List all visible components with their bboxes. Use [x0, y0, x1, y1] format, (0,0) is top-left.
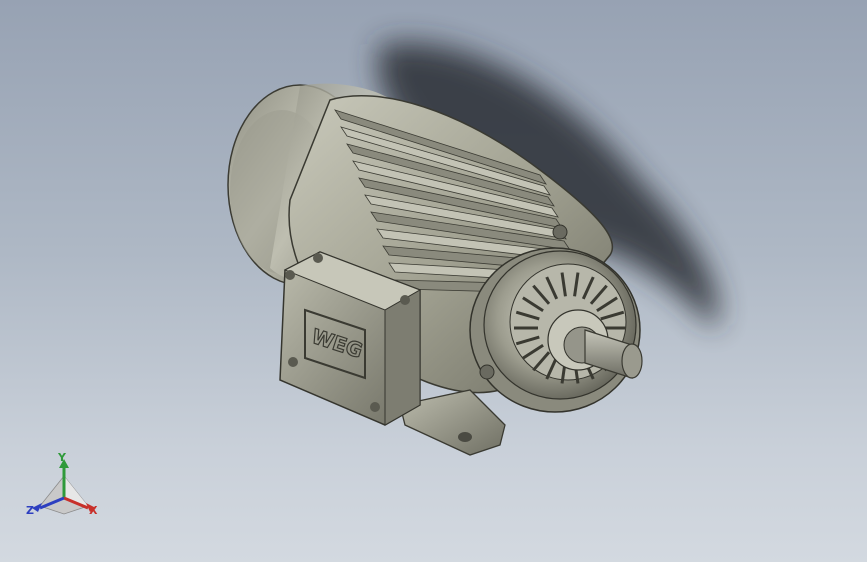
x-axis-label: X — [89, 504, 98, 517]
y-axis-label: Y — [58, 451, 66, 464]
axis-triad: Y X Z — [24, 446, 108, 526]
z-axis-label: Z — [26, 504, 34, 517]
3d-model-view[interactable]: WEG — [0, 0, 867, 562]
graphics-viewport[interactable]: WEG Y X Z — [0, 0, 867, 562]
